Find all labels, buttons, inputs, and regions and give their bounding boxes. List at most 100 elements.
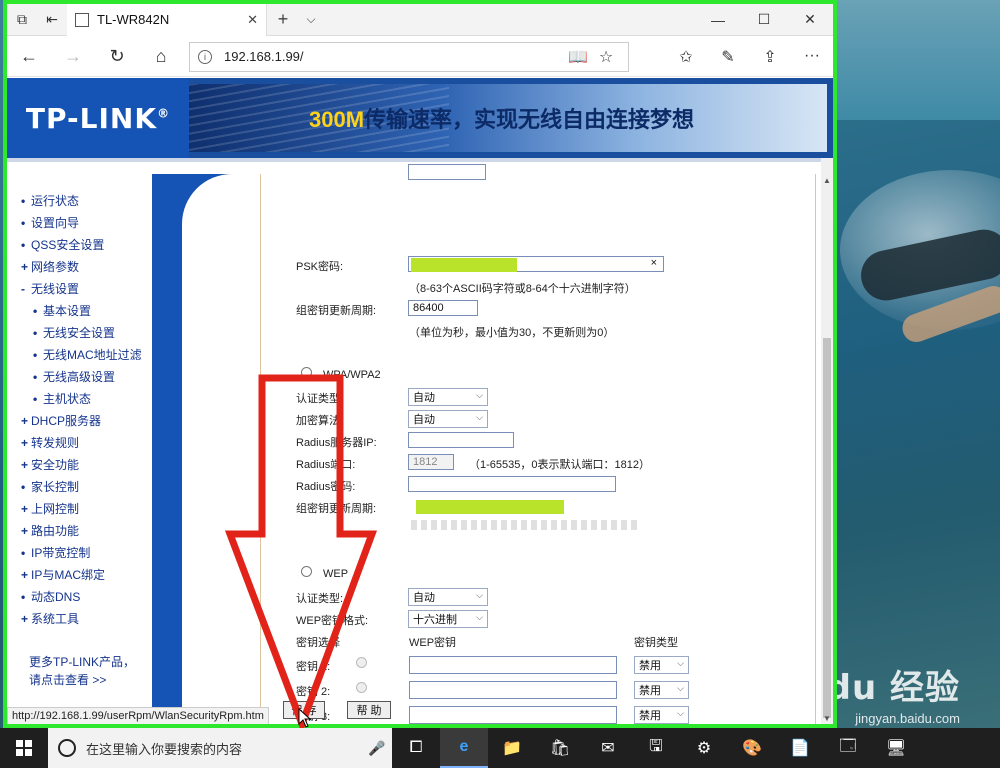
windows-start-icon[interactable] xyxy=(0,728,48,768)
share-icon[interactable]: ⇪ xyxy=(749,47,791,67)
group-key-input[interactable]: 86400 xyxy=(408,300,478,316)
sidebar-item-bullet: • xyxy=(21,216,26,230)
sidebar-item-label: 运行状态 xyxy=(31,194,80,208)
sidebar-item-bullet: + xyxy=(21,612,29,626)
scroll-down-icon[interactable]: ▼ xyxy=(821,714,833,723)
app-icon-4[interactable]: 🗔 xyxy=(824,728,872,768)
sidebar-item-label: DHCP服务器 xyxy=(31,414,102,428)
wep-format-select[interactable]: 十六进制 ⌵ xyxy=(408,610,488,628)
web-note-icon[interactable]: ✎ xyxy=(707,47,749,67)
wallpaper-sky xyxy=(836,0,1000,120)
paint-icon[interactable]: 🎨 xyxy=(728,728,776,768)
tab-list-chevron-icon[interactable]: ⌵ xyxy=(299,12,323,27)
sidebar-item[interactable]: + 网络参数 xyxy=(21,256,142,278)
taskbar-search-box[interactable]: 在这里输入你要搜索的内容 🎤 xyxy=(48,728,392,768)
sidebar-item-label: 路由功能 xyxy=(31,524,80,538)
col-wep-key: WEP密钥 xyxy=(409,637,457,649)
wep-key-input[interactable] xyxy=(409,681,617,699)
set-aside-tabs-icon[interactable]: ⇤ xyxy=(37,4,67,36)
radius-port-input[interactable]: 1812 xyxy=(408,454,454,470)
cortana-icon[interactable] xyxy=(58,739,76,757)
sidebar-item[interactable]: • QSS安全设置 xyxy=(21,234,142,256)
site-info-icon[interactable]: i xyxy=(198,49,212,64)
tab-active[interactable]: TL-WR842N ✕ xyxy=(67,4,267,36)
favorites-hub-icon[interactable]: ✩ xyxy=(665,47,707,67)
close-window-icon[interactable]: ✕ xyxy=(787,4,833,36)
app-icon-2[interactable]: ⚙ xyxy=(680,728,728,768)
address-url[interactable]: 192.168.1.99/ xyxy=(224,49,564,64)
scroll-up-icon[interactable]: ▲ xyxy=(821,176,833,185)
wep-key-input[interactable] xyxy=(409,656,617,674)
sidebar-item[interactable]: - 无线设置 xyxy=(21,278,142,300)
wep-key-type-select[interactable]: 禁用 ⌵ xyxy=(634,656,689,674)
encrypt-select[interactable]: 自动 ⌵ xyxy=(408,410,488,428)
taskbar-search-placeholder[interactable]: 在这里输入你要搜索的内容 xyxy=(86,739,362,758)
sidebar-item[interactable]: + 系统工具 xyxy=(21,608,142,630)
sidebar-item[interactable]: • 动态DNS xyxy=(21,586,142,608)
mail-icon[interactable]: ✉ xyxy=(584,728,632,768)
sidebar-item[interactable]: • 家长控制 xyxy=(21,476,142,498)
reading-view-icon[interactable]: 📖 xyxy=(564,47,592,67)
psk-clear-icon[interactable]: × xyxy=(651,257,657,269)
refresh-icon[interactable]: ↻ xyxy=(95,37,139,77)
microphone-icon[interactable]: 🎤 xyxy=(362,740,392,757)
wep-key-type-select[interactable]: 禁用 ⌵ xyxy=(634,681,689,699)
chevron-down-icon: ⌵ xyxy=(476,590,483,600)
radius-ip-input[interactable] xyxy=(408,432,514,448)
page-scrollbar[interactable]: ▲ ▼ xyxy=(821,158,833,724)
taskbar-apps: ⧠ e 📁 🛍 ✉ 🖫 ⚙ 🎨 📄 🗔 🖥 xyxy=(392,728,920,768)
task-view-icon[interactable]: ⧠ xyxy=(392,728,440,768)
more-options-icon[interactable]: ··· xyxy=(791,47,833,67)
sidebar-item[interactable]: • 运行状态 xyxy=(21,190,142,212)
sidebar-item-bullet: + xyxy=(21,260,29,274)
sidebar-item[interactable]: • 主机状态 xyxy=(21,388,142,410)
favorite-star-icon[interactable]: ☆ xyxy=(592,47,620,67)
sidebar-item[interactable]: + IP与MAC绑定 xyxy=(21,564,142,586)
wep-key-input[interactable] xyxy=(409,706,617,724)
sidebar-item[interactable]: + 路由功能 xyxy=(21,520,142,542)
sidebar-item[interactable]: + 上网控制 xyxy=(21,498,142,520)
sidebar-item-label: 基本设置 xyxy=(43,304,92,318)
sidebar-item-label: 网络参数 xyxy=(31,260,80,274)
more-products-link[interactable]: 更多TP-LINK产品， 请点击查看 >> xyxy=(29,653,135,689)
logo-area: TP-LINK® xyxy=(7,78,189,158)
sidebar-item[interactable]: • 无线高级设置 xyxy=(21,366,142,388)
wpa-auth-type-select[interactable]: 自动 ⌵ xyxy=(408,388,488,406)
address-bar[interactable]: i 192.168.1.99/ 📖 ☆ xyxy=(189,41,629,72)
back-icon[interactable]: ← xyxy=(7,37,51,77)
sidebar-item-bullet: • xyxy=(33,348,38,362)
tab-actions-icon[interactable]: ⧉ xyxy=(7,4,37,36)
sidebar-item[interactable]: • 设置向导 xyxy=(21,212,142,234)
mouse-cursor-icon xyxy=(298,708,312,728)
sidebar-item[interactable]: • 无线MAC地址过滤 xyxy=(21,344,142,366)
home-icon[interactable]: ⌂ xyxy=(139,37,183,77)
sidebar-item-bullet: • xyxy=(21,238,26,252)
app-icon-5[interactable]: 🖥 xyxy=(872,728,920,768)
minimize-icon[interactable]: — xyxy=(695,4,741,36)
file-explorer-icon[interactable]: 📁 xyxy=(488,728,536,768)
maximize-icon[interactable]: ☐ xyxy=(741,4,787,36)
window-controls: — ☐ ✕ xyxy=(695,4,833,36)
radius-port-hint: （1-65535，0表示默认端口：1812） xyxy=(469,459,650,471)
app-icon-1[interactable]: 🖫 xyxy=(632,728,680,768)
sidebar-item[interactable]: + DHCP服务器 xyxy=(21,410,142,432)
tab-close-icon[interactable]: ✕ xyxy=(247,12,258,28)
sidebar-item[interactable]: + 安全功能 xyxy=(21,454,142,476)
sidebar-item-bullet: • xyxy=(33,392,38,406)
psk-label: PSK密码: xyxy=(296,261,344,273)
chevron-down-icon: ⌵ xyxy=(476,390,483,400)
wep-auth-type-select[interactable]: 自动 ⌵ xyxy=(408,588,488,606)
sidebar-item[interactable]: • 无线安全设置 xyxy=(21,322,142,344)
app-icon-3[interactable]: 📄 xyxy=(776,728,824,768)
sidebar-item[interactable]: • 基本设置 xyxy=(21,300,142,322)
sidebar-item[interactable]: + 转发规则 xyxy=(21,432,142,454)
edge-browser-icon[interactable]: e xyxy=(440,728,488,768)
scroll-thumb[interactable] xyxy=(823,338,831,718)
sidebar-item[interactable]: • IP带宽控制 xyxy=(21,542,142,564)
new-tab-icon[interactable]: + xyxy=(267,9,299,30)
wep-key-type-select[interactable]: 禁用 ⌵ xyxy=(634,706,689,724)
radius-password-input[interactable] xyxy=(408,476,616,492)
page-icon xyxy=(75,12,89,27)
forward-icon[interactable]: → xyxy=(51,37,95,77)
store-icon[interactable]: 🛍 xyxy=(536,728,584,768)
